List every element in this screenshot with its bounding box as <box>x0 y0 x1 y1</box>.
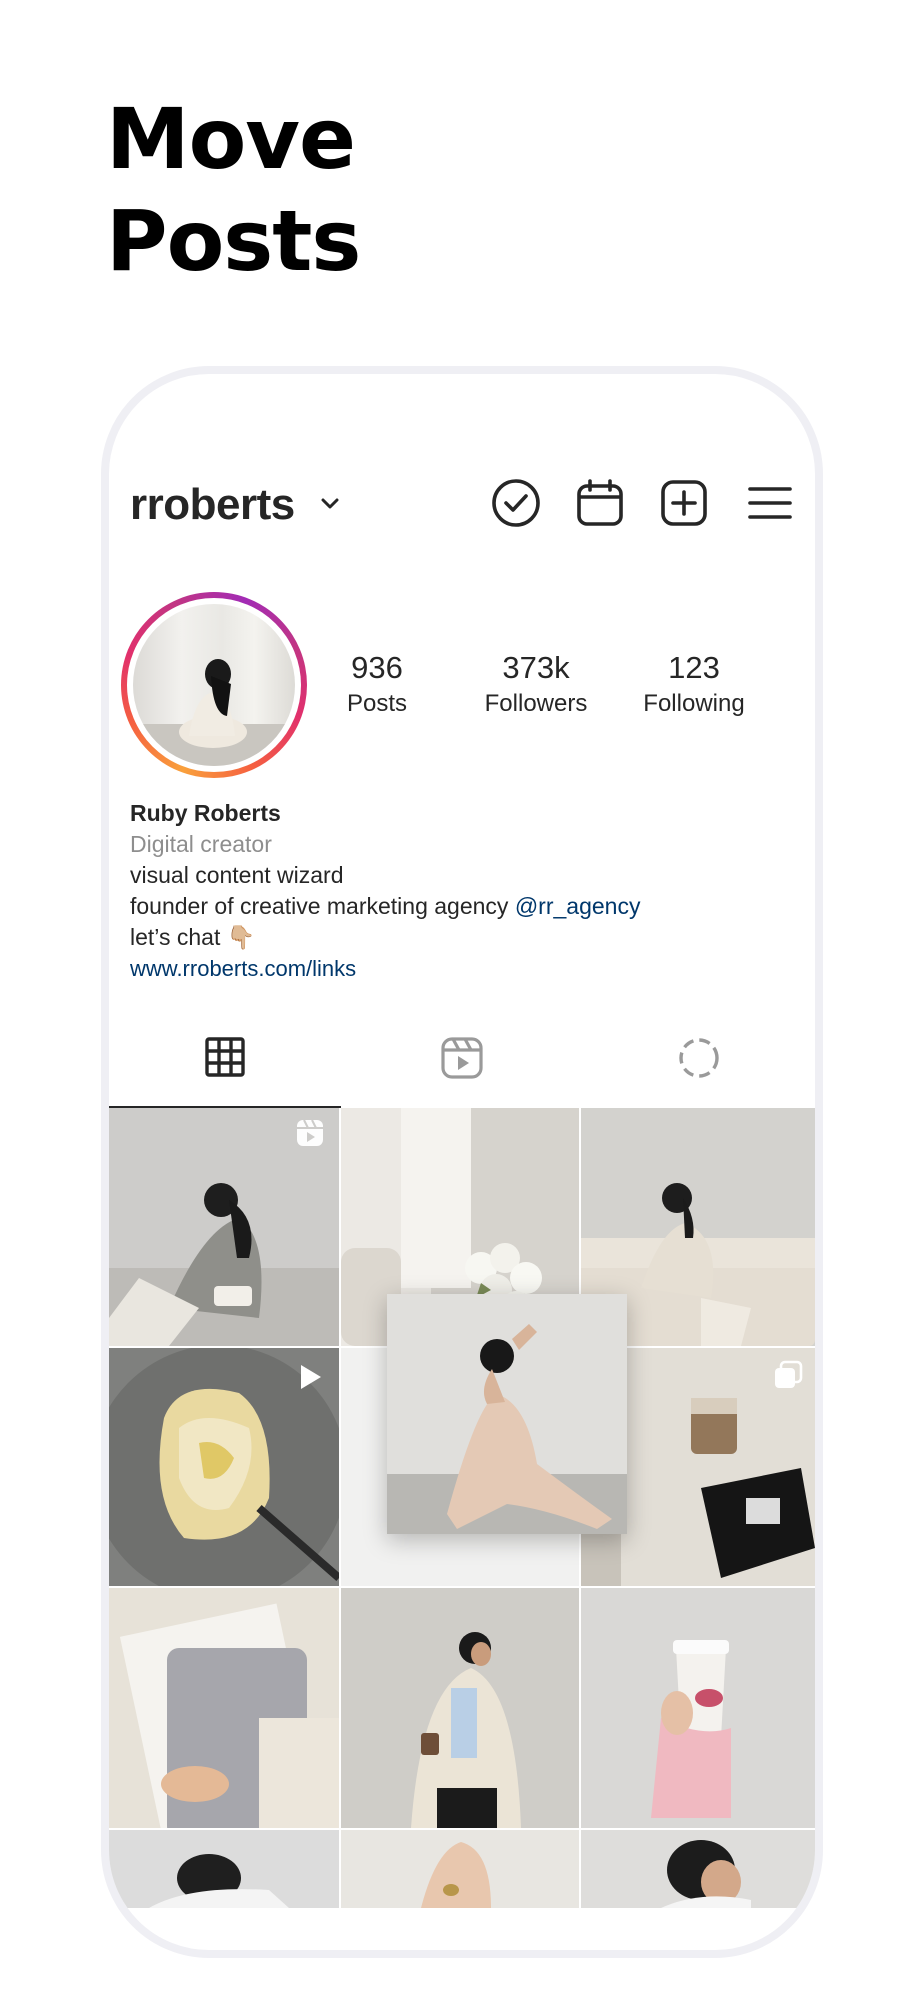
carousel-icon <box>775 1360 803 1388</box>
tagged-icon <box>679 1038 719 1078</box>
reels-icon <box>441 1037 483 1079</box>
grid-post-4[interactable] <box>109 1348 339 1586</box>
story-ring[interactable] <box>121 592 307 778</box>
dragged-post-preview[interactable] <box>387 1294 627 1534</box>
headline-line-2: Posts <box>106 192 361 290</box>
stat-posts-label: Posts <box>346 690 408 717</box>
grid-post-9[interactable] <box>109 1830 339 1908</box>
phone-frame: rroberts 936 Posts 373k Followers 123 Fo… <box>101 366 823 1958</box>
check-circle-icon[interactable] <box>491 478 541 528</box>
bio-line-3: let’s chat 👇🏼 <box>130 924 256 950</box>
stat-followers-value: 373k <box>502 650 570 685</box>
grid-post-8[interactable] <box>581 1588 815 1828</box>
bio-line-2-text: founder of creative marketing agency <box>130 893 515 919</box>
category-label: Digital creator <box>130 831 272 857</box>
page-headline: Move Posts <box>106 88 361 292</box>
agency-mention-link[interactable]: @rr_agency <box>515 893 641 919</box>
stat-posts[interactable]: 936 Posts <box>302 650 452 720</box>
grid-post-10[interactable] <box>341 1830 579 1908</box>
grid-post-7[interactable] <box>341 1588 579 1828</box>
avatar <box>133 604 295 766</box>
tab-posts-grid[interactable] <box>109 1014 341 1100</box>
stat-following-value: 123 <box>668 650 720 685</box>
stat-followers-label: Followers <box>484 690 588 717</box>
grid-post-6[interactable] <box>109 1588 339 1828</box>
profile-website-link[interactable]: www.rroberts.com/links <box>130 953 790 984</box>
reel-badge-icon <box>297 1119 323 1146</box>
grid-icon <box>205 1037 245 1077</box>
stat-following[interactable]: 123 Following <box>619 650 769 720</box>
profile-header: rroberts <box>109 374 815 554</box>
menu-icon[interactable] <box>745 478 795 528</box>
grid-post-1[interactable] <box>109 1108 339 1346</box>
tab-reels[interactable] <box>346 1014 578 1100</box>
calendar-icon[interactable] <box>575 478 625 528</box>
stat-following-label: Following <box>643 690 745 717</box>
username-switcher[interactable]: rroberts <box>130 480 295 530</box>
add-post-icon[interactable] <box>659 478 709 528</box>
stat-posts-value: 936 <box>351 650 403 685</box>
video-play-icon <box>301 1365 321 1389</box>
tab-tagged[interactable] <box>583 1014 815 1100</box>
headline-line-1: Move <box>106 90 356 188</box>
stat-followers[interactable]: 373k Followers <box>461 650 611 720</box>
grid-post-11[interactable] <box>581 1830 815 1908</box>
profile-tabs <box>109 1014 815 1100</box>
display-name: Ruby Roberts <box>130 800 281 826</box>
bio-line-2: founder of creative marketing agency @rr… <box>130 891 790 922</box>
chevron-down-icon[interactable] <box>318 492 342 516</box>
bio-line-1: visual content wizard <box>130 862 344 888</box>
profile-bio: Ruby Roberts Digital creator visual cont… <box>130 798 790 984</box>
